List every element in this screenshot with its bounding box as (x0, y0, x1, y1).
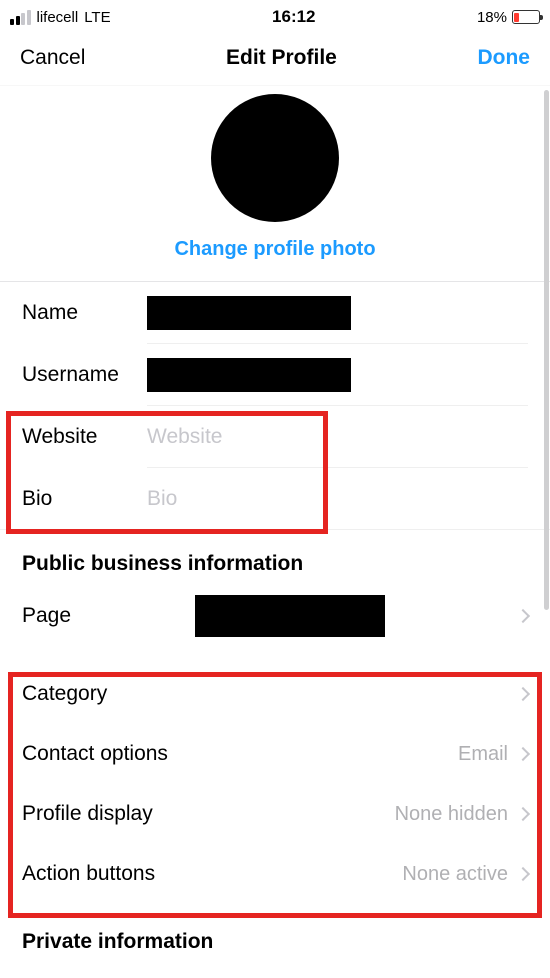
page-row[interactable]: Page (0, 586, 550, 646)
chevron-right-icon (516, 609, 530, 623)
chevron-right-icon (516, 747, 530, 761)
status-right: 18% (477, 9, 540, 26)
business-info-header: Public business information (0, 530, 550, 586)
content-area: Change profile photo Name Username Websi… (0, 86, 550, 964)
contact-options-value: Email (458, 743, 508, 766)
status-left: lifecell LTE (10, 9, 111, 26)
contact-options-label: Contact options (22, 742, 168, 766)
profile-display-value: None hidden (395, 803, 508, 826)
action-buttons-value: None active (402, 863, 508, 886)
username-label: Username (22, 363, 147, 387)
website-row[interactable]: Website Website (0, 406, 550, 468)
avatar[interactable] (211, 94, 339, 222)
network-label: LTE (84, 9, 110, 26)
battery-icon (512, 10, 540, 24)
chevron-right-icon (516, 687, 530, 701)
chevron-right-icon (516, 867, 530, 881)
change-photo-button[interactable]: Change profile photo (174, 238, 375, 261)
avatar-section: Change profile photo (0, 86, 550, 273)
profile-display-row[interactable]: Profile display None hidden (0, 784, 550, 844)
profile-display-label: Profile display (22, 802, 153, 826)
done-button[interactable]: Done (477, 46, 530, 70)
signal-icon (10, 10, 31, 25)
status-bar: lifecell LTE 16:12 18% (0, 0, 550, 30)
name-value-redacted (147, 296, 351, 330)
nav-bar: Cancel Edit Profile Done (0, 30, 550, 86)
bio-placeholder: Bio (147, 487, 177, 511)
action-buttons-label: Action buttons (22, 862, 155, 886)
scroll-indicator (544, 90, 549, 610)
cancel-button[interactable]: Cancel (20, 46, 85, 70)
bio-row[interactable]: Bio Bio (0, 468, 550, 530)
chevron-right-icon (516, 807, 530, 821)
bio-label: Bio (22, 487, 147, 511)
page-label: Page (22, 604, 71, 628)
carrier-label: lifecell (37, 9, 79, 26)
contact-options-row[interactable]: Contact options Email (0, 724, 550, 784)
clock-label: 16:12 (272, 7, 315, 27)
category-row[interactable]: Category (0, 664, 550, 724)
battery-percent: 18% (477, 9, 507, 26)
name-label: Name (22, 301, 147, 325)
name-row[interactable]: Name (0, 282, 550, 344)
action-buttons-row[interactable]: Action buttons None active (0, 844, 550, 904)
category-label: Category (22, 682, 107, 706)
website-placeholder: Website (147, 425, 222, 449)
username-row[interactable]: Username (0, 344, 550, 406)
page-title: Edit Profile (226, 46, 337, 70)
page-value-redacted (195, 595, 385, 637)
website-label: Website (22, 425, 147, 449)
username-value-redacted (147, 358, 351, 392)
private-info-header: Private information (0, 904, 550, 964)
